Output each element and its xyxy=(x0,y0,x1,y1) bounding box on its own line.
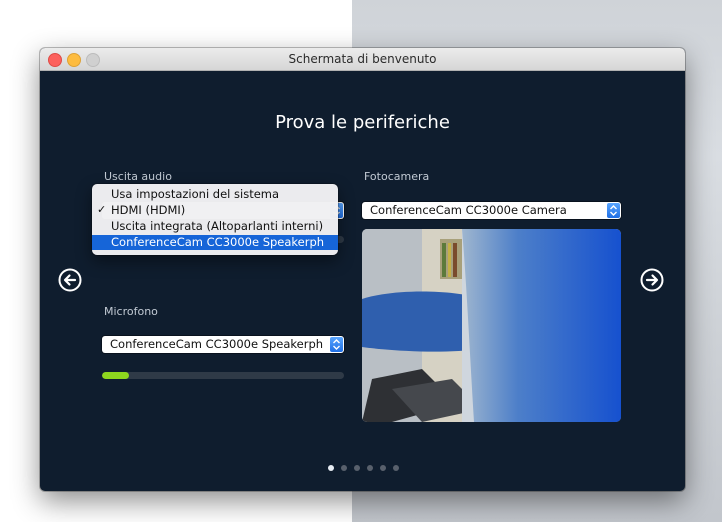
back-button[interactable] xyxy=(58,268,82,292)
pagination-dot[interactable] xyxy=(328,465,334,471)
menu-item-conferencecam-speakerphone[interactable]: ConferenceCam CC3000e Speakerph xyxy=(92,235,338,250)
menu-item-system-settings[interactable]: Usa impostazioni del sistema xyxy=(92,187,338,202)
pagination-dot[interactable] xyxy=(354,465,360,471)
window-title: Schermata di benvenuto xyxy=(288,52,437,66)
menu-item-builtin-output[interactable]: Uscita integrata (Altoparlanti interni) xyxy=(92,219,338,234)
camera-select[interactable]: ConferenceCam CC3000e Camera xyxy=(362,202,621,219)
menu-item-label: HDMI (HDMI) xyxy=(111,203,186,217)
microphone-label: Microfono xyxy=(104,305,158,318)
forward-button[interactable] xyxy=(640,268,664,292)
microphone-select-value: ConferenceCam CC3000e Speakerph xyxy=(110,337,324,351)
pagination-dots xyxy=(328,465,399,473)
pagination-dot[interactable] xyxy=(393,465,399,471)
camera-preview xyxy=(362,229,621,422)
camera-stepper-icon xyxy=(607,203,620,218)
microphone-level-meter xyxy=(102,372,344,379)
page-heading: Prova le periferiche xyxy=(275,112,450,133)
menu-item-label: Usa impostazioni del sistema xyxy=(111,187,280,201)
camera-label: Fotocamera xyxy=(364,170,430,183)
audio-output-menu: Usa impostazioni del sistema ✓ HDMI (HDM… xyxy=(92,184,338,255)
pagination-dot[interactable] xyxy=(341,465,347,471)
pagination-dot[interactable] xyxy=(380,465,386,471)
menu-item-check-icon: ✓ xyxy=(97,203,107,216)
audio-output-label: Uscita audio xyxy=(104,170,172,183)
microphone-stepper-icon xyxy=(330,337,343,352)
camera-select-value: ConferenceCam CC3000e Camera xyxy=(370,203,567,217)
pagination-dot[interactable] xyxy=(367,465,373,471)
arrow-left-circle-icon xyxy=(58,268,82,292)
menu-item-label: Uscita integrata (Altoparlanti interni) xyxy=(111,219,324,233)
microphone-level-fill xyxy=(102,372,129,379)
menu-item-hdmi[interactable]: ✓ HDMI (HDMI) xyxy=(92,203,338,218)
title-bar[interactable]: Schermata di benvenuto xyxy=(40,48,685,71)
arrow-right-circle-icon xyxy=(640,268,664,292)
welcome-window: Schermata di benvenuto Prova le periferi… xyxy=(40,48,685,491)
microphone-select[interactable]: ConferenceCam CC3000e Speakerph xyxy=(102,336,344,353)
menu-item-label: ConferenceCam CC3000e Speakerph xyxy=(111,235,325,249)
